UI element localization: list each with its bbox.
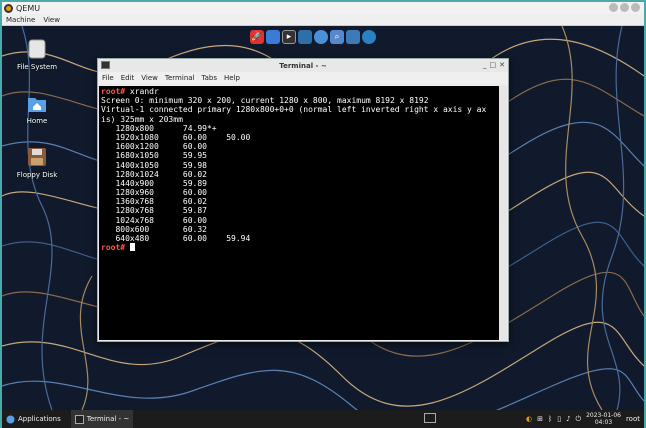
battery-icon[interactable]: ▯ <box>557 415 561 423</box>
desktop-icon-home[interactable]: Home <box>10 92 64 125</box>
power-icon[interactable]: ⏻ <box>576 415 582 424</box>
prompt: root# <box>101 87 126 96</box>
search-icon[interactable]: ⌕ <box>330 30 344 44</box>
clock[interactable]: 2023-01-06 04:03 <box>586 412 621 426</box>
minimize-icon[interactable] <box>609 3 618 12</box>
menu-view[interactable]: View <box>43 16 60 24</box>
text-cursor <box>129 243 135 252</box>
close-icon[interactable] <box>631 3 640 12</box>
terminal-menubar: File Edit View Terminal Tabs Help <box>98 72 508 84</box>
output-line: 1680x1050 59.95 <box>101 151 207 161</box>
terminal-titlebar[interactable]: Terminal - ~ _ □ ✕ <box>98 59 508 72</box>
network-icon[interactable] <box>362 30 376 44</box>
folder-icon[interactable] <box>346 30 360 44</box>
qemu-titlebar: QEMU <box>2 2 644 14</box>
system-tray: ◐ ⊞ ᛒ ▯ ♪ ⏻ 2023-01-06 04:03 root <box>526 410 640 428</box>
desktop-icon-label: Floppy Disk <box>16 171 58 179</box>
output-line: 640x480 60.00 59.94 <box>101 234 251 243</box>
output-line: 1920x1080 60.00 50.00 <box>101 132 251 142</box>
menu-edit[interactable]: Edit <box>121 74 135 82</box>
guest-desktop: 🚀 ▸ ⌕ File System Home Floppy Disk Termi… <box>2 26 644 410</box>
qemu-menubar: Machine View <box>2 14 644 26</box>
menu-tabs[interactable]: Tabs <box>202 74 218 82</box>
output-line: 1280x768 59.87 <box>101 206 207 216</box>
menu-file[interactable]: File <box>102 74 114 82</box>
taskbar-item-terminal[interactable]: Terminal - ~ <box>70 410 134 428</box>
menu-view[interactable]: View <box>141 74 158 82</box>
output-line: 1360x768 60.02 <box>101 197 207 207</box>
output-line: 1600x1200 60.00 <box>101 142 207 152</box>
output-line: 1280x960 60.00 <box>101 188 207 198</box>
terminal-icon[interactable]: ▸ <box>282 30 296 44</box>
drive-icon <box>28 39 46 59</box>
output-line: 1440x900 59.89 <box>101 178 207 188</box>
taskbar: Applications Terminal - ~ ◐ ⊞ ᛒ ▯ ♪ ⏻ 20… <box>2 410 644 428</box>
output-line: 1024x768 60.00 <box>101 215 207 225</box>
night-mode-icon[interactable]: ◐ <box>526 415 532 423</box>
clock-time: 04:03 <box>594 419 613 426</box>
desktop-icon-floppy[interactable]: Floppy Disk <box>10 146 64 179</box>
user-name[interactable]: root <box>626 415 640 423</box>
web-browser-icon[interactable] <box>314 30 328 44</box>
terminal-output[interactable]: root# xrandr Screen 0: minimum 320 x 200,… <box>99 86 499 340</box>
menu-help[interactable]: Help <box>224 74 240 82</box>
qemu-window: QEMU Machine View 🚀 ▸ ⌕ File System Home… <box>0 0 646 428</box>
show-desktop-button[interactable] <box>424 413 436 423</box>
minimize-icon[interactable]: _ <box>483 61 487 69</box>
floppy-icon <box>28 148 46 166</box>
desktop-icon-label: Home <box>26 117 48 125</box>
bluetooth-icon[interactable]: ᛒ <box>548 415 552 423</box>
output-line: 1280x1024 60.02 <box>101 169 207 179</box>
output-line: is) 325mm x 203mm <box>101 114 183 124</box>
app-menu-icon <box>6 415 15 423</box>
rocket-icon[interactable]: 🚀 <box>250 30 264 44</box>
desktop-icon[interactable] <box>266 30 280 44</box>
taskbar-item-label: Terminal - ~ <box>86 415 130 423</box>
network-icon[interactable]: ⊞ <box>537 415 543 423</box>
terminal-title: Terminal - ~ <box>279 61 327 70</box>
terminal-scrollbar[interactable] <box>499 86 507 340</box>
close-icon[interactable]: ✕ <box>499 61 505 69</box>
prompt: root# <box>101 243 126 253</box>
output-line: Screen 0: minimum 320 x 200, current 128… <box>101 96 429 106</box>
maximize-icon[interactable] <box>620 3 629 12</box>
output-line: Virtual-1 connected primary 1280x800+0+0… <box>101 105 487 115</box>
output-line: 1280x800 74.99*+ <box>101 123 217 133</box>
menu-machine[interactable]: Machine <box>6 16 35 24</box>
output-line: 1400x1050 59.98 <box>101 160 207 170</box>
menu-terminal[interactable]: Terminal <box>165 74 195 82</box>
desktop-icon-label: File System <box>16 63 58 71</box>
desktop-icon-file-system[interactable]: File System <box>10 38 64 71</box>
command-line: root# xrandr <box>101 87 497 96</box>
qemu-title: QEMU <box>16 3 41 13</box>
file-manager-icon[interactable] <box>298 30 312 44</box>
output-line: 800x600 60.32 <box>101 224 207 234</box>
terminal-window: Terminal - ~ _ □ ✕ File Edit View Termin… <box>97 58 509 342</box>
clock-date: 2023-01-06 <box>586 412 621 419</box>
command-text: xrandr <box>125 87 159 96</box>
maximize-icon[interactable]: □ <box>490 61 497 69</box>
dock: 🚀 ▸ ⌕ <box>250 28 376 46</box>
qemu-logo-icon <box>4 3 13 13</box>
notification-bell-icon[interactable]: ♪ <box>566 415 570 423</box>
home-folder-icon <box>28 98 46 112</box>
applications-label: Applications <box>18 415 61 423</box>
current-prompt-line: root# <box>101 243 497 252</box>
terminal-icon <box>74 414 84 424</box>
applications-menu-button[interactable]: Applications <box>2 410 65 428</box>
